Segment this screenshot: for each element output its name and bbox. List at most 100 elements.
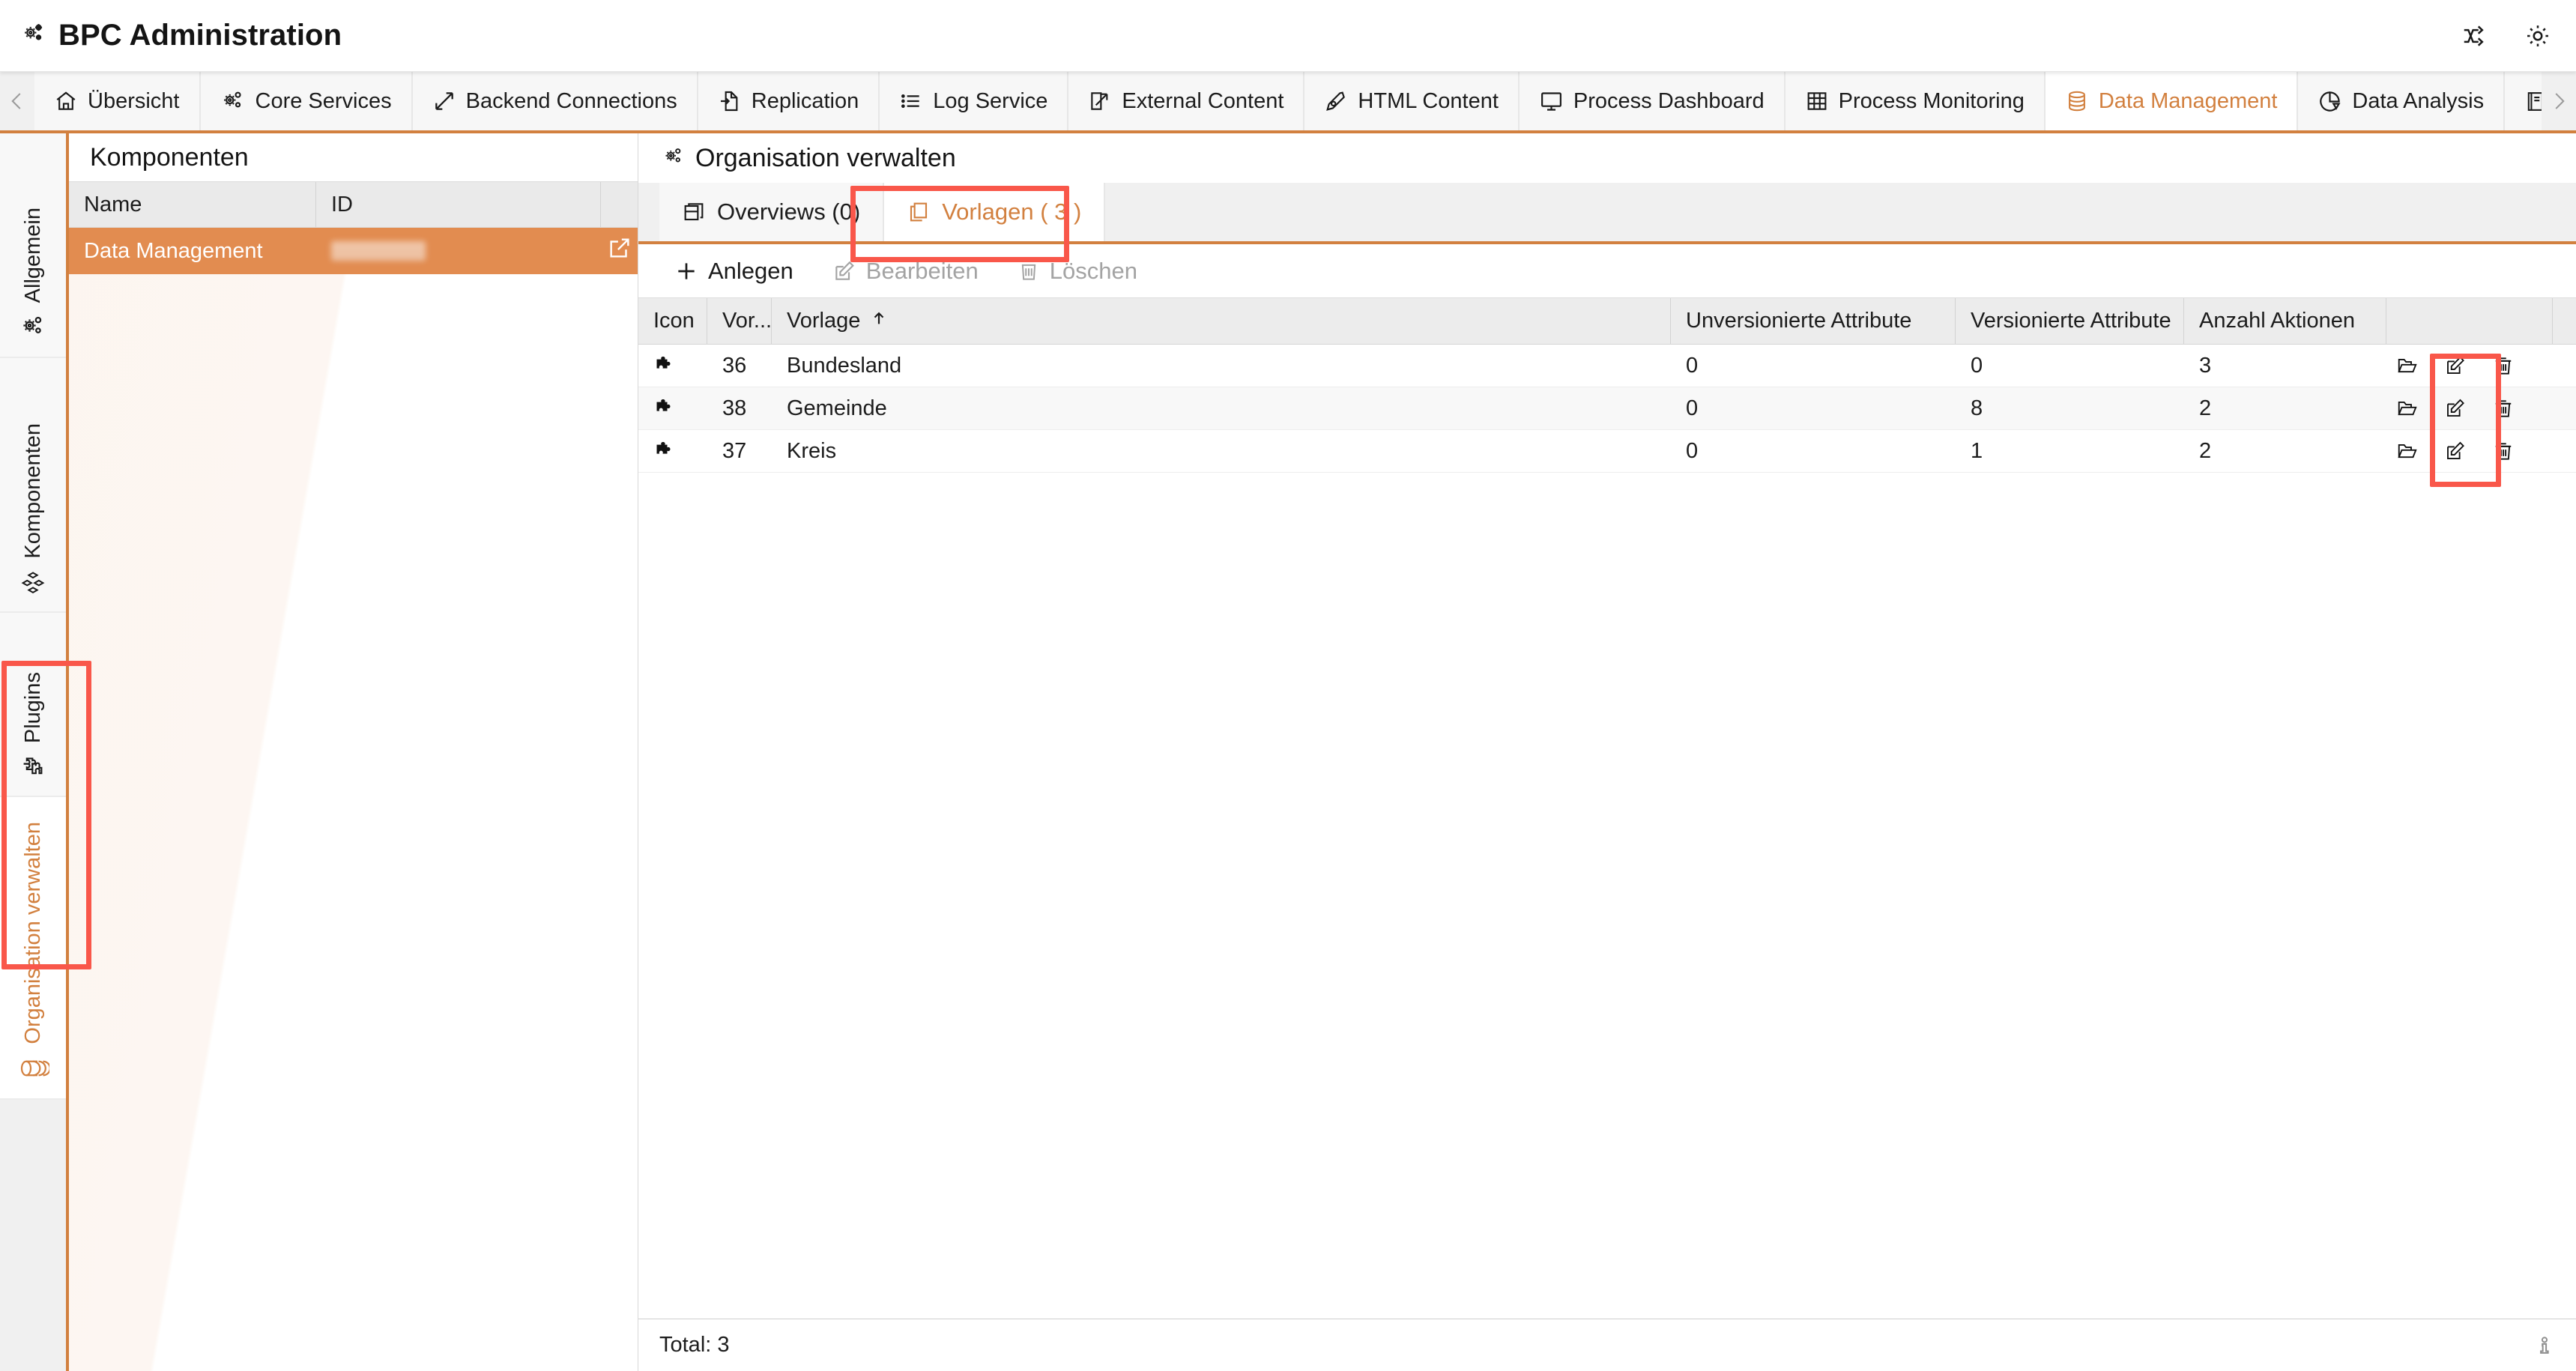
cell-vorlagen-id: 37: [722, 438, 747, 463]
cell-vorlage: Bundesland: [787, 353, 902, 378]
tab-label: External Content: [1122, 88, 1284, 113]
tab-process-documentation[interactable]: Proce: [2505, 72, 2542, 130]
trash-icon[interactable]: [2482, 354, 2524, 377]
folder-open-icon[interactable]: [2386, 440, 2428, 462]
trash-icon[interactable]: [2482, 397, 2524, 420]
tab-process-monitoring[interactable]: Process Monitoring: [1785, 72, 2046, 130]
folder-open-icon[interactable]: [2386, 397, 2428, 420]
title-bar: BPC Administration: [0, 0, 2576, 72]
tabs-scroll-right-icon[interactable]: [2542, 72, 2576, 130]
gear-icon[interactable]: [2524, 22, 2552, 50]
tab-label: HTML Content: [1358, 88, 1499, 113]
tab-html-content[interactable]: HTML Content: [1304, 72, 1520, 130]
loeschen-button[interactable]: Löschen: [1001, 244, 1154, 297]
arrow-up-icon: [871, 309, 887, 334]
pencil-square-icon[interactable]: [2434, 354, 2476, 377]
column-header-icon[interactable]: Icon: [638, 298, 707, 344]
column-header-id[interactable]: ID: [316, 182, 601, 227]
puzzle-piece-icon: [656, 357, 671, 369]
database-icon: [2068, 91, 2085, 112]
tab-label: Data Management: [2098, 88, 2278, 113]
tab-uebersicht[interactable]: Übersicht: [34, 72, 201, 130]
button-label: Bearbeiten: [865, 257, 979, 284]
bearbeiten-button[interactable]: Bearbeiten: [816, 244, 995, 297]
cell-unversionierte-attribute: 0: [1686, 353, 1699, 378]
anlegen-button[interactable]: Anlegen: [658, 244, 810, 297]
column-header-vorlagen-id[interactable]: Vor...: [707, 298, 772, 344]
expand-arrows-icon: [435, 92, 453, 110]
grid-body: 36 Bundesland 0 0 3 38 Gemeinde 0 8 2 37…: [638, 345, 2576, 1319]
tab-log-service[interactable]: Log Service: [880, 72, 1069, 130]
content-tab-bar: Overviews (0) Vorlagen ( 3 ): [638, 183, 2576, 244]
open-external-icon[interactable]: [607, 235, 632, 267]
title-bar-left: BPC Administration: [21, 19, 342, 52]
table-row[interactable]: 37 Kreis 0 1 2: [638, 430, 2576, 473]
table-row[interactable]: Data Management: [69, 228, 638, 274]
column-header-vorlage[interactable]: Vorlage: [772, 298, 1671, 344]
redacted-value: [331, 241, 426, 261]
cell-anzahl-aktionen: 3: [2199, 353, 2212, 378]
tab-label: Core Services: [255, 88, 392, 113]
info-icon[interactable]: [2534, 1333, 2555, 1358]
grid-footer: Total: 3: [638, 1319, 2576, 1371]
tab-data-management[interactable]: Data Management: [2045, 72, 2299, 130]
tab-process-dashboard[interactable]: Process Dashboard: [1519, 72, 1786, 130]
gears-icon: [21, 21, 46, 50]
column-header-versionierte-attribute[interactable]: Versionierte Attribute: [1956, 298, 2184, 344]
tabs-scroll-container: Übersicht Core Services Backend Connecti…: [34, 72, 2542, 130]
tab-replication[interactable]: Replication: [698, 72, 880, 130]
tab-overviews[interactable]: Overviews (0): [659, 183, 885, 241]
pencil-square-icon[interactable]: [2434, 440, 2476, 462]
cell-unversionierte-attribute: 0: [1686, 438, 1699, 463]
cell-versionierte-attribute: 0: [1971, 353, 1983, 378]
column-header-unversionierte-attribute[interactable]: Unversionierte Attribute: [1671, 298, 1956, 344]
column-header-name[interactable]: Name: [69, 182, 316, 227]
tab-data-analysis[interactable]: Data Analysis: [2298, 72, 2506, 130]
cell-row-actions: [2386, 430, 2553, 472]
column-header-blank: [601, 182, 638, 227]
cell-tail: [2553, 387, 2576, 429]
tab-label: Backend Connections: [465, 88, 677, 113]
tab-label: Process Monitoring: [1838, 88, 2025, 113]
table-grid-icon: [1807, 92, 1827, 110]
folder-open-icon[interactable]: [2386, 354, 2428, 377]
komponenten-table-header: Name ID: [69, 181, 638, 228]
sidebar-item-organisation-verwalten[interactable]: Organisation verwalten: [0, 797, 66, 1100]
tab-core-services[interactable]: Core Services: [200, 72, 413, 130]
windows-stack-icon: [684, 203, 704, 221]
trash-icon[interactable]: [2482, 440, 2524, 462]
tab-vorlagen[interactable]: Vorlagen ( 3 ): [884, 183, 1106, 241]
tab-backend-connections[interactable]: Backend Connections: [412, 72, 698, 130]
gears-icon: [23, 316, 42, 333]
total-count: Total: 3: [659, 1333, 730, 1357]
trash-icon: [1021, 264, 1035, 280]
external-link-icon: [1091, 92, 1108, 110]
puzzle-icon: [23, 757, 43, 775]
cubes-icon: [21, 572, 45, 594]
tabs-scroll-left-icon[interactable]: [0, 72, 34, 130]
cell-row-actions: [2386, 387, 2553, 429]
sidebar-item-komponenten[interactable]: Komponenten: [0, 358, 66, 613]
column-header-anzahl-aktionen[interactable]: Anzahl Aktionen: [2184, 298, 2386, 344]
table-row[interactable]: 36 Bundesland 0 0 3: [638, 345, 2576, 387]
sidebar-item-allgemein[interactable]: Allgemein: [0, 133, 66, 358]
sidebar-item-plugins[interactable]: Plugins: [0, 613, 66, 797]
sidebar-item-label: Allgemein: [20, 207, 45, 303]
tab-label: Übersicht: [88, 88, 180, 113]
cell-vorlage: Kreis: [787, 438, 837, 463]
shuffle-icon[interactable]: [2461, 22, 2489, 50]
sidebar-item-label: Plugins: [20, 671, 45, 743]
cell-vorlage: Gemeinde: [787, 396, 887, 420]
main-content-header: Organisation verwalten: [638, 133, 2576, 183]
gears-icon: [662, 145, 685, 172]
table-row[interactable]: 38 Gemeinde 0 8 2: [638, 387, 2576, 430]
copy-icon: [910, 202, 928, 222]
cell-versionierte-attribute: 1: [1971, 438, 1983, 463]
sidebar-item-label: Komponenten: [20, 423, 45, 559]
tab-label: Vorlagen ( 3 ): [942, 199, 1082, 225]
vertical-sidebar: Allgemein Komponenten Plugins Organisati…: [0, 133, 69, 1371]
cell-row-actions: [2386, 345, 2553, 387]
tab-external-content[interactable]: External Content: [1068, 72, 1305, 130]
pencil-square-icon[interactable]: [2434, 397, 2476, 420]
cell-open-action[interactable]: [601, 228, 638, 274]
